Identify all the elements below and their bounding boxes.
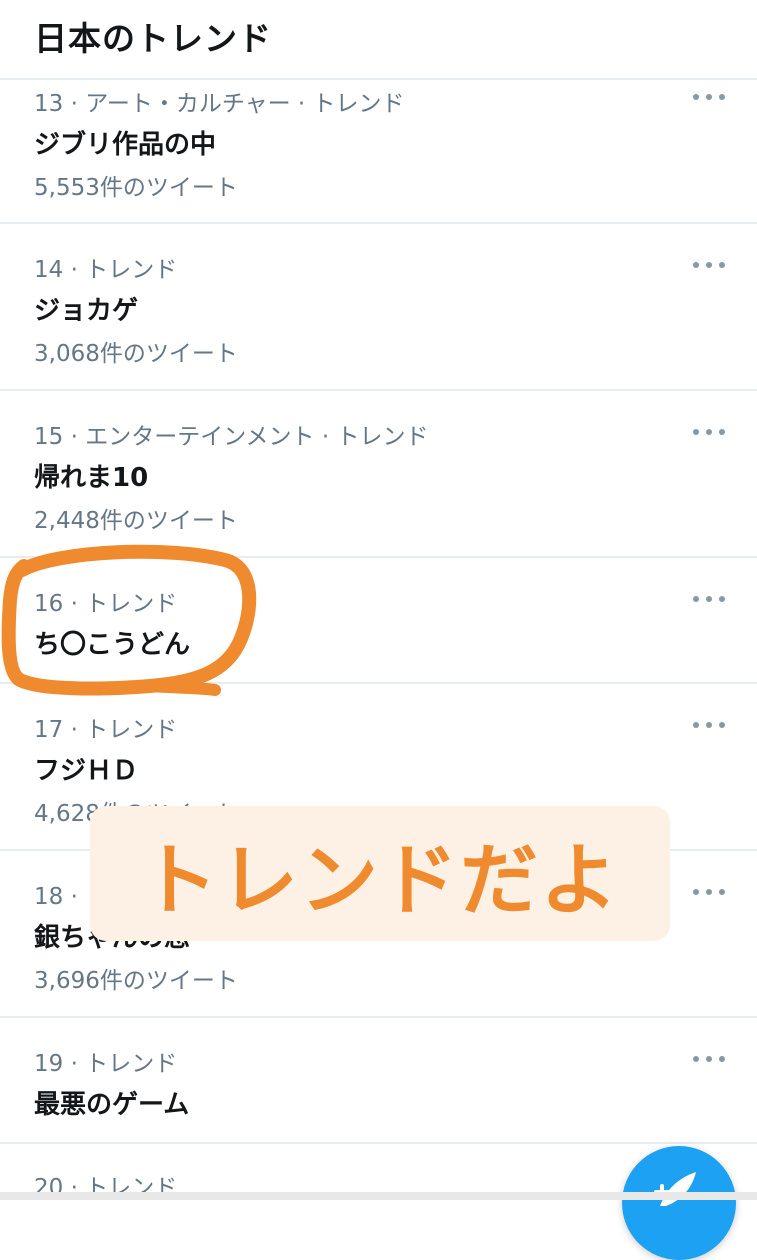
compose-tweet-icon xyxy=(654,1172,696,1206)
trend-count: 3,068件のツイート xyxy=(34,341,238,367)
trend-item-19[interactable]: 19 · トレンド 最悪のゲーム xyxy=(0,1018,757,1144)
trend-name: フジＨＤ xyxy=(34,756,139,786)
trend-count: 5,553件のツイート xyxy=(34,175,238,201)
trend-meta: 16 · トレンド xyxy=(34,591,178,617)
more-dots-icon[interactable] xyxy=(693,425,725,439)
trend-name: 帰れま10 xyxy=(34,463,149,493)
more-dots-icon[interactable] xyxy=(693,90,725,104)
trend-name: ち〇こうどん xyxy=(34,630,191,660)
page-header: 日本のトレンド xyxy=(0,0,757,80)
trend-meta: 15 · エンターテインメント · トレンド xyxy=(34,424,429,450)
trend-meta: 17 · トレンド xyxy=(34,717,178,743)
more-dots-icon[interactable] xyxy=(693,258,725,272)
more-dots-icon[interactable] xyxy=(693,885,725,899)
overlay-caption: トレンドだよ xyxy=(90,806,670,941)
more-dots-icon[interactable] xyxy=(693,592,725,606)
compose-tweet-button[interactable] xyxy=(622,1146,736,1260)
trend-count: 3,696件のツイート xyxy=(34,968,238,994)
trend-item-15[interactable]: 15 · エンターテインメント · トレンド 帰れま10 2,448件のツイート xyxy=(0,391,757,558)
page-title: 日本のトレンド xyxy=(34,19,272,58)
more-dots-icon[interactable] xyxy=(693,1052,725,1066)
trend-item-13[interactable]: 13 · アート・カルチャー · トレンド ジブリ作品の中 5,553件のツイー… xyxy=(0,80,757,224)
trend-name: ジブリ作品の中 xyxy=(34,130,217,160)
trend-name: 最悪のゲーム xyxy=(34,1090,190,1120)
trend-meta: 19 · トレンド xyxy=(34,1051,178,1077)
trend-meta: 14 · トレンド xyxy=(34,257,178,283)
trend-item-14[interactable]: 14 · トレンド ジョカゲ 3,068件のツイート xyxy=(0,224,757,391)
bottom-edge-strip xyxy=(0,1192,757,1200)
trend-item-16[interactable]: 16 · トレンド ち〇こうどん xyxy=(0,558,757,684)
trend-name: ジョカゲ xyxy=(34,296,139,326)
trend-meta: 13 · アート・カルチャー · トレンド xyxy=(34,91,405,117)
more-dots-icon[interactable] xyxy=(693,718,725,732)
trend-count: 2,448件のツイート xyxy=(34,508,238,534)
